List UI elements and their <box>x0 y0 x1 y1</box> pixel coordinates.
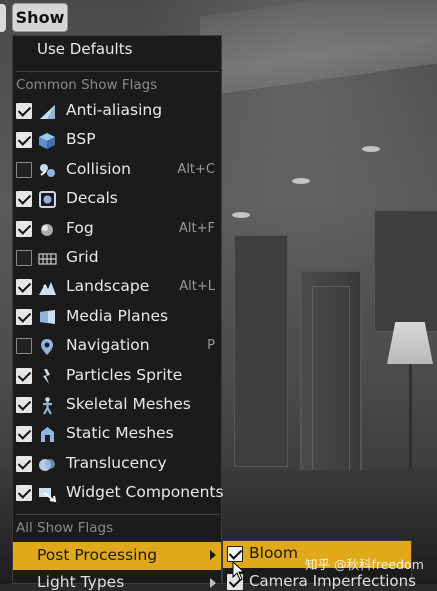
show-button[interactable]: Show <box>12 3 68 32</box>
show-flag-decals[interactable]: Decals <box>13 185 221 214</box>
post-processing-item[interactable]: Post Processing <box>13 542 221 570</box>
flag-checkbox[interactable] <box>16 103 32 119</box>
bloom-checkbox[interactable] <box>227 546 243 562</box>
show-flags-menu: Use Defaults Common Show Flags Anti-alia… <box>12 35 224 591</box>
all-show-flags-header: All Show Flags <box>16 520 114 536</box>
flag-shortcut: Alt+F <box>179 220 215 236</box>
decals-icon <box>39 191 56 209</box>
door-panel <box>312 286 350 478</box>
flag-label: Grid <box>66 248 99 266</box>
show-flag-skeletal-meshes[interactable]: Skeletal Meshes <box>13 391 221 420</box>
ceiling-light <box>292 178 310 184</box>
show-flag-grid[interactable]: Grid <box>13 244 221 273</box>
flag-checkbox[interactable] <box>16 191 32 208</box>
flag-label: Anti-aliasing <box>66 101 163 119</box>
use-defaults-item[interactable]: Use Defaults <box>13 36 221 65</box>
anti-aliasing-icon <box>40 105 55 119</box>
use-defaults-label: Use Defaults <box>37 40 133 58</box>
bsp-cube-icon <box>39 133 55 150</box>
watermark: 知乎 @秋科freedom <box>305 557 424 572</box>
mouse-cursor-icon <box>232 561 246 581</box>
camera-imperfections-item[interactable]: Camera Imperfections <box>223 570 416 590</box>
ceiling-light <box>362 146 380 152</box>
flag-shortcut: Alt+L <box>179 279 215 295</box>
flag-shortcut: P <box>207 338 215 354</box>
show-flag-particles-sprite[interactable]: Particles Sprite <box>13 362 221 391</box>
flag-label: Landscape <box>66 277 150 296</box>
flag-checkbox[interactable] <box>16 426 32 443</box>
flag-label: Collision <box>66 159 131 178</box>
flag-checkbox[interactable] <box>16 308 32 325</box>
flag-label: BSP <box>66 130 96 149</box>
flag-checkbox[interactable] <box>16 220 32 237</box>
flag-shortcut: Alt+C <box>177 161 215 177</box>
static-mesh-icon <box>41 427 54 443</box>
submenu-arrow-icon <box>210 578 216 588</box>
show-flag-navigation[interactable]: Navigation P <box>13 332 221 361</box>
show-flag-media-planes[interactable]: Media Planes <box>13 303 221 332</box>
menu-separator <box>16 514 219 515</box>
flag-label: Skeletal Meshes <box>66 395 191 413</box>
show-flag-landscape[interactable]: Landscape Alt+L <box>13 273 221 302</box>
translucency-icon <box>39 458 55 471</box>
show-flag-anti-aliasing[interactable]: Anti-aliasing <box>13 97 221 126</box>
navigation-icon <box>41 339 53 356</box>
flag-checkbox[interactable] <box>16 279 32 296</box>
flag-label: Decals <box>66 189 118 208</box>
flag-label: Translucency <box>66 453 167 472</box>
flag-checkbox[interactable] <box>16 485 32 502</box>
flag-checkbox[interactable] <box>16 161 32 178</box>
flag-label: Static Meshes <box>66 424 174 443</box>
skeletal-mesh-icon <box>43 397 52 415</box>
flag-checkbox[interactable] <box>16 367 32 384</box>
show-flag-collision[interactable]: Collision Alt+C <box>13 156 221 185</box>
flag-label: Widget Components <box>66 483 224 502</box>
show-flag-widget-components[interactable]: Widget Components <box>13 479 224 508</box>
collision-icon <box>40 163 55 177</box>
bloom-label: Bloom <box>249 544 299 562</box>
wall-panel <box>374 210 437 332</box>
show-flag-static-meshes[interactable]: Static Meshes <box>13 420 221 449</box>
light-types-item[interactable]: Light Types <box>13 571 221 591</box>
flag-label: Media Planes <box>66 306 169 325</box>
ceiling-beam <box>200 0 437 97</box>
wall-panel <box>234 235 288 467</box>
viewport-options-tab[interactable] <box>0 4 6 32</box>
fog-icon <box>41 223 53 236</box>
submenu-arrow-icon <box>210 550 216 560</box>
show-flag-fog[interactable]: Fog Alt+F <box>13 215 221 244</box>
widget-components-icon <box>39 488 57 503</box>
flag-label: Fog <box>66 218 94 237</box>
particles-sprite-icon <box>43 368 50 384</box>
menu-separator <box>16 71 219 72</box>
flag-checkbox[interactable] <box>16 455 32 472</box>
light-types-label: Light Types <box>37 573 125 591</box>
show-flag-translucency[interactable]: Translucency <box>13 450 221 479</box>
flag-checkbox[interactable] <box>16 132 32 149</box>
grid-icon <box>38 253 57 265</box>
flag-checkbox[interactable] <box>16 250 32 266</box>
flag-label: Particles Sprite <box>66 365 183 384</box>
flag-checkbox[interactable] <box>16 397 32 413</box>
post-processing-label: Post Processing <box>37 546 158 564</box>
landscape-icon <box>39 282 56 296</box>
show-flag-bsp[interactable]: BSP <box>13 126 221 155</box>
door <box>300 270 362 494</box>
common-show-flags-header: Common Show Flags <box>16 77 158 93</box>
ceiling-light <box>232 212 250 218</box>
flag-checkbox[interactable] <box>16 338 32 355</box>
camera-imperfections-label: Camera Imperfections <box>249 572 416 590</box>
flag-label: Navigation <box>66 336 150 355</box>
media-planes-icon <box>40 309 55 324</box>
